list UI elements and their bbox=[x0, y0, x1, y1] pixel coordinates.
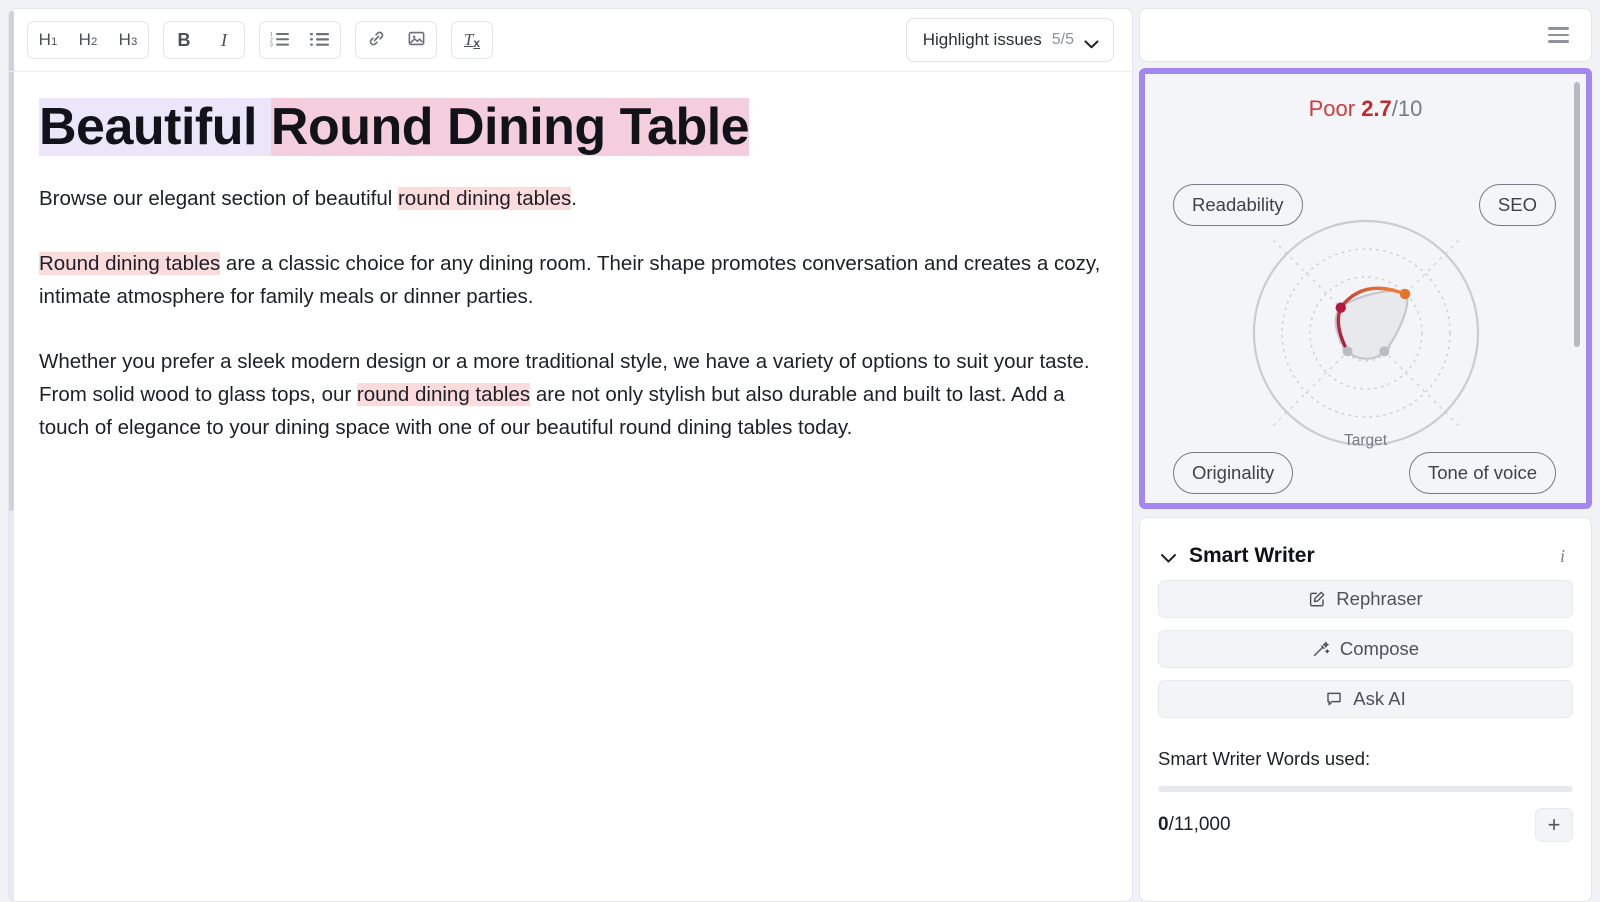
smart-writer-header: Smart Writer i bbox=[1158, 538, 1573, 568]
clear-formatting-sub: x bbox=[473, 36, 481, 50]
highlight-issues-count: 5/5 bbox=[1051, 31, 1074, 48]
content-score-header: Poor 2.7/10 bbox=[1145, 74, 1586, 122]
words-count: 0/11,000 bbox=[1158, 814, 1231, 836]
content-score-card: Poor 2.7/10 Readability SEO Originality … bbox=[1139, 68, 1592, 509]
paragraph-1: Browse our elegant section of beautiful … bbox=[39, 182, 1102, 215]
clear-formatting-icon: T bbox=[463, 30, 474, 49]
chevron-down-icon[interactable] bbox=[1160, 551, 1177, 563]
editor-panel: H1 H2 H3 B I 1 2 3 T x Highlight issues … bbox=[8, 8, 1133, 902]
title-highlight-purple: Beautiful bbox=[39, 98, 271, 156]
bold-button[interactable]: B bbox=[164, 22, 204, 58]
ordered-list-button[interactable]: 1 2 3 bbox=[260, 22, 300, 58]
smart-writer-card: Smart Writer i Rephraser Compose Ask AI … bbox=[1139, 517, 1592, 902]
image-icon bbox=[407, 29, 426, 51]
target-ring-label: Target bbox=[1343, 432, 1388, 449]
heading-3-button[interactable]: H3 bbox=[108, 22, 148, 58]
paragraph-1-after: . bbox=[571, 187, 577, 211]
editor-toolbar: H1 H2 H3 B I 1 2 3 T x Highlight issues … bbox=[9, 9, 1132, 72]
rephraser-label: Rephraser bbox=[1336, 588, 1423, 609]
document-editor-body[interactable]: Beautiful Round Dining Table Browse our … bbox=[9, 72, 1132, 901]
words-count-row: 0/11,000 + bbox=[1158, 808, 1573, 842]
paragraph-2: Round dining tables are a classic choice… bbox=[39, 247, 1102, 313]
insert-button-group bbox=[355, 21, 437, 59]
document-title: Beautiful Round Dining Table bbox=[39, 98, 1102, 156]
hamburger-menu-icon[interactable] bbox=[1548, 27, 1569, 43]
paragraph-1-highlight: round dining tables bbox=[397, 187, 572, 211]
chat-bubble-icon bbox=[1325, 690, 1343, 708]
heading-1-button[interactable]: H1 bbox=[28, 22, 68, 58]
info-icon[interactable]: i bbox=[1560, 546, 1571, 567]
bold-label: B bbox=[177, 29, 191, 50]
editor-scrollbar-thumb[interactable] bbox=[9, 11, 14, 511]
highlight-issues-label: Highlight issues bbox=[922, 30, 1042, 49]
score-value: 2.7 bbox=[1361, 96, 1392, 121]
score-denominator: /10 bbox=[1391, 96, 1423, 121]
italic-label: I bbox=[221, 29, 227, 50]
link-icon bbox=[367, 29, 386, 51]
clear-format-group: Tx bbox=[451, 21, 493, 59]
heading-1-label: H bbox=[38, 30, 52, 49]
heading-button-group: H1 H2 H3 bbox=[27, 21, 149, 59]
text-style-button-group: B I bbox=[163, 21, 245, 59]
clear-formatting-button[interactable]: Tx bbox=[452, 22, 492, 58]
rephraser-button[interactable]: Rephraser bbox=[1158, 580, 1573, 618]
add-words-button[interactable]: + bbox=[1535, 808, 1573, 842]
paragraph-1-before: Browse our elegant section of beautiful bbox=[39, 187, 398, 211]
score-panel-scrollbar[interactable] bbox=[1574, 82, 1580, 502]
heading-2-button[interactable]: H2 bbox=[68, 22, 108, 58]
words-used-label: Smart Writer Words used: bbox=[1158, 748, 1371, 769]
words-used-value: 0 bbox=[1158, 814, 1169, 835]
ask-ai-label: Ask AI bbox=[1353, 688, 1406, 709]
paragraph-2-highlight: Round dining tables bbox=[39, 252, 221, 276]
score-radar-chart bbox=[1145, 208, 1586, 468]
compose-button[interactable]: Compose bbox=[1158, 630, 1573, 668]
pencil-square-icon bbox=[1308, 590, 1326, 608]
ordered-list-icon: 1 2 3 bbox=[270, 31, 290, 50]
score-panel-scrollbar-thumb[interactable] bbox=[1574, 82, 1580, 347]
insert-link-button[interactable] bbox=[356, 22, 396, 58]
list-button-group: 1 2 3 bbox=[259, 21, 341, 59]
words-total-value: /11,000 bbox=[1168, 814, 1231, 835]
score-metric-pills: Readability SEO Originality Tone of voic… bbox=[1145, 122, 1586, 503]
app-root: H1 H2 H3 B I 1 2 3 T x Highlight issues … bbox=[0, 0, 1600, 902]
chevron-down-icon bbox=[1084, 36, 1099, 48]
bullet-list-icon bbox=[310, 31, 330, 50]
italic-button[interactable]: I bbox=[204, 22, 244, 58]
bullet-list-button[interactable] bbox=[300, 22, 340, 58]
ask-ai-button[interactable]: Ask AI bbox=[1158, 680, 1573, 718]
compose-label: Compose bbox=[1339, 638, 1420, 659]
paragraph-3: Whether you prefer a sleek modern design… bbox=[39, 345, 1102, 444]
heading-1-sub: 1 bbox=[51, 36, 58, 48]
svg-text:3: 3 bbox=[270, 42, 273, 47]
radar-chart-svg bbox=[1252, 219, 1479, 447]
score-rating-word: Poor bbox=[1308, 96, 1356, 121]
heading-3-label: H bbox=[118, 30, 132, 49]
highlight-issues-dropdown[interactable]: Highlight issues 5/5 bbox=[905, 18, 1114, 62]
title-highlight-pink: Round Dining Table bbox=[270, 98, 750, 156]
heading-2-label: H bbox=[78, 30, 92, 49]
smart-writer-title: Smart Writer bbox=[1189, 544, 1315, 567]
heading-2-sub: 2 bbox=[91, 36, 98, 48]
heading-3-sub: 3 bbox=[131, 36, 138, 48]
panel-menu-bar bbox=[1139, 8, 1592, 62]
magic-wand-icon bbox=[1312, 640, 1330, 658]
right-sidebar: Poor 2.7/10 Readability SEO Originality … bbox=[1139, 8, 1592, 902]
paragraph-3-highlight: round dining tables bbox=[356, 383, 531, 407]
insert-image-button[interactable] bbox=[396, 22, 436, 58]
editor-scrollbar[interactable] bbox=[9, 11, 14, 901]
words-progress-bar bbox=[1158, 786, 1573, 792]
